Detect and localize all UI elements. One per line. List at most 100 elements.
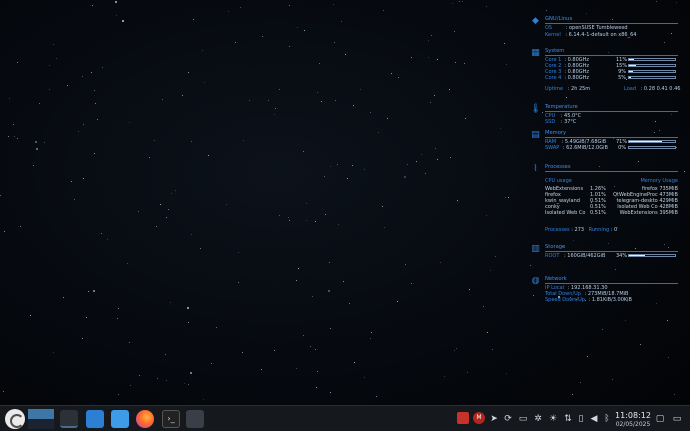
star	[187, 384, 189, 386]
taskbar: ›_ M ➤ ⟳ ▭ ✲ ☀ ⇅ ▯ ◀ ᛒ 11:08:12 02/05/20…	[0, 405, 690, 431]
star	[102, 67, 104, 68]
star	[161, 98, 163, 100]
virtual-desktop-pager[interactable]	[28, 409, 54, 429]
star	[289, 220, 291, 222]
star	[296, 26, 298, 28]
star	[273, 349, 275, 351]
star	[671, 33, 672, 35]
star	[586, 355, 588, 357]
star	[202, 49, 204, 51]
divider	[545, 251, 678, 252]
network-icon[interactable]: ⇅	[563, 414, 573, 424]
show-desktop-icon[interactable]: ▢	[655, 414, 665, 424]
star	[200, 247, 201, 249]
root-row: ROOT : 160GiB/462GiB	[545, 253, 605, 259]
star	[529, 265, 531, 267]
star	[461, 1, 463, 3]
star	[607, 51, 609, 53]
star	[598, 165, 600, 167]
processes-count-value: : 273	[571, 227, 585, 233]
cpu-process-name: Isolated Web Co	[545, 210, 586, 216]
star	[56, 57, 58, 59]
star	[303, 150, 305, 152]
star	[390, 73, 392, 75]
star	[571, 393, 573, 395]
star	[614, 268, 616, 270]
clock-time[interactable]: 11:08:12	[614, 411, 652, 420]
star	[455, 347, 457, 349]
discover-icon[interactable]	[86, 410, 104, 428]
star	[467, 371, 469, 373]
star	[317, 371, 319, 373]
star	[184, 382, 185, 384]
ram-bar	[628, 140, 676, 143]
globe-icon: ◍	[531, 276, 540, 286]
core-label: Core 4	[545, 75, 562, 81]
star	[668, 357, 669, 359]
star	[328, 290, 331, 292]
star	[115, 1, 118, 4]
terminal-icon[interactable]	[60, 410, 78, 428]
star	[639, 344, 641, 346]
volume-icon[interactable]: ◀	[589, 414, 599, 424]
konsole-icon[interactable]: ›_	[162, 410, 180, 428]
star	[421, 153, 422, 155]
cpu-process-value: 0.51%	[590, 210, 606, 216]
star	[320, 100, 322, 102]
application-launcher-icon[interactable]	[5, 409, 25, 429]
star	[398, 76, 399, 78]
star	[87, 291, 89, 293]
star	[159, 203, 161, 205]
speed-value: : 1.81KiB/3.00KiB	[588, 297, 632, 303]
star	[454, 61, 456, 63]
star	[319, 62, 321, 64]
star	[17, 137, 19, 139]
bluetooth-icon[interactable]: ᛒ	[602, 414, 612, 424]
red-app-icon[interactable]	[457, 412, 469, 424]
files-icon[interactable]	[111, 410, 129, 428]
sync-icon[interactable]: ⟳	[503, 414, 513, 424]
star	[126, 263, 128, 264]
mail-icon[interactable]: M	[473, 412, 485, 424]
star	[130, 385, 131, 387]
telegram-icon[interactable]: ➤	[489, 414, 499, 424]
star	[35, 140, 38, 143]
chameleon-icon: ◆	[532, 16, 539, 26]
star	[77, 131, 79, 133]
star	[92, 5, 94, 7]
firefox-icon[interactable]	[136, 410, 154, 428]
clock-date[interactable]: 02/05/2025	[614, 421, 652, 428]
clipboard-icon[interactable]: ▭	[518, 414, 528, 424]
star	[91, 72, 93, 74]
star	[448, 89, 450, 91]
star	[638, 161, 640, 163]
star	[121, 20, 124, 22]
brightness-icon[interactable]: ☀	[548, 414, 558, 424]
star	[663, 243, 665, 245]
star	[427, 57, 429, 58]
star	[376, 396, 378, 397]
device-icon[interactable]: ▯	[576, 414, 586, 424]
star	[156, 226, 158, 228]
star	[626, 78, 628, 80]
memory-process-value: 395MiB	[659, 210, 678, 216]
star	[329, 391, 331, 393]
star	[267, 99, 269, 101]
kernel-label: Kernel	[545, 32, 561, 38]
star	[325, 214, 327, 216]
star	[86, 317, 88, 319]
star	[210, 363, 212, 365]
star	[298, 268, 300, 270]
settings-icon[interactable]: ✲	[533, 414, 543, 424]
star	[9, 98, 11, 100]
star	[66, 84, 68, 86]
cpu-core-row: Core 4: 0.80GHz	[545, 75, 589, 81]
star	[32, 164, 34, 166]
section-title: Memory	[545, 130, 567, 136]
star	[434, 94, 436, 96]
star	[666, 319, 668, 321]
peek-icon[interactable]: ▭	[672, 414, 682, 424]
system-monitor-icon[interactable]	[186, 410, 204, 428]
star	[48, 64, 50, 66]
star	[20, 225, 22, 227]
